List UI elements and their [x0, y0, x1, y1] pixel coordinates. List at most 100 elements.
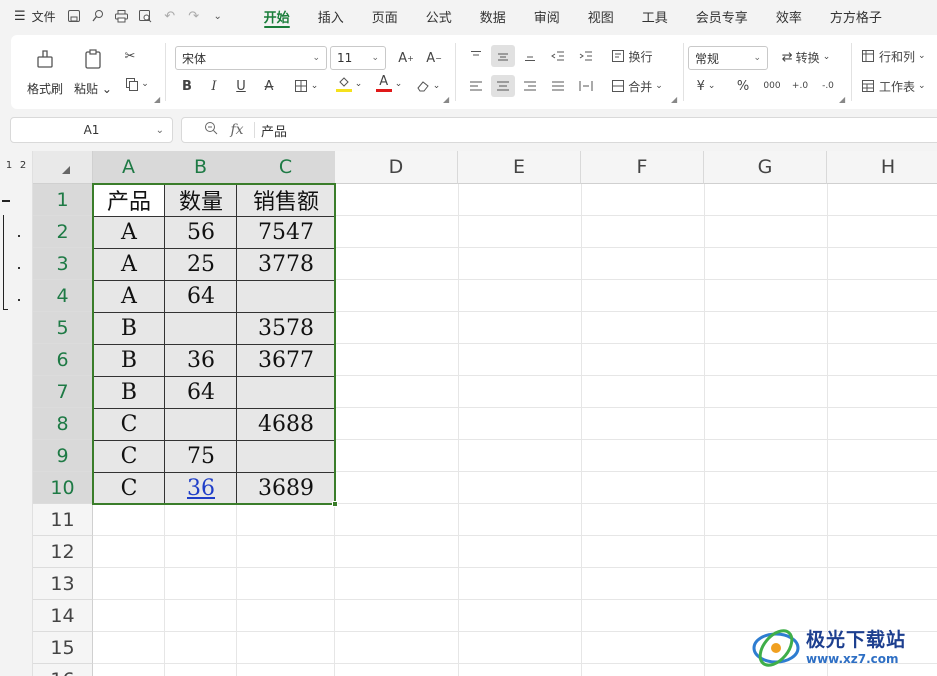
formula-bar[interactable]: fx 产品 [181, 117, 937, 143]
wrap-text-button[interactable]: 换行 [607, 45, 657, 67]
gridline [93, 535, 937, 536]
column-header[interactable]: E [458, 151, 581, 184]
row-header[interactable]: 4 [33, 280, 93, 312]
decrease-font-icon[interactable]: A − [423, 47, 445, 69]
row-header[interactable]: 11 [33, 504, 93, 536]
clear-format-button[interactable]: ⌄ [411, 75, 445, 97]
paste-button[interactable]: 粘贴 ⌄ [73, 41, 113, 103]
column-header[interactable]: G [704, 151, 827, 184]
decrease-decimal-icon[interactable]: -.0 [817, 75, 839, 97]
hamburger-icon: ☰ [14, 8, 26, 24]
tab-insert[interactable]: 插入 [304, 0, 358, 32]
row-header[interactable]: 15 [33, 632, 93, 664]
tab-view[interactable]: 视图 [574, 0, 628, 32]
row-header[interactable]: 8 [33, 408, 93, 440]
row-header[interactable]: 2 [33, 216, 93, 248]
increase-indent-icon[interactable] [575, 45, 597, 67]
increase-decimal-icon[interactable]: +.0 [789, 75, 811, 97]
row-header[interactable]: 7 [33, 376, 93, 408]
row-header[interactable]: 10 [33, 472, 93, 504]
outline-level-button[interactable]: 2 [17, 159, 29, 173]
zoom-formula-icon[interactable] [198, 121, 224, 139]
print-icon[interactable] [110, 0, 134, 32]
tab-member[interactable]: 会员专享 [682, 0, 762, 32]
format-painter-button[interactable]: 格式刷 [25, 41, 65, 103]
clipboard-icon [82, 48, 104, 74]
outline-collapse-icon[interactable] [2, 200, 10, 202]
select-all-corner[interactable] [33, 151, 93, 184]
tab-formula[interactable]: 公式 [412, 0, 466, 32]
tab-review[interactable]: 审阅 [520, 0, 574, 32]
row-header[interactable]: 5 [33, 312, 93, 344]
tab-page[interactable]: 页面 [358, 0, 412, 32]
column-header[interactable]: B [165, 151, 237, 184]
clipboard-launcher-icon[interactable]: ◢ [154, 95, 160, 104]
row-header[interactable]: 9 [33, 440, 93, 472]
row-header[interactable]: 6 [33, 344, 93, 376]
number-launcher-icon[interactable]: ◢ [839, 95, 845, 104]
font-launcher-icon[interactable]: ◢ [443, 95, 449, 104]
print-preview-icon[interactable] [134, 0, 158, 32]
tab-efficiency[interactable]: 效率 [762, 0, 816, 32]
bold-button[interactable]: B [177, 75, 197, 97]
increase-font-icon[interactable]: A + [395, 47, 417, 69]
tab-tools[interactable]: 工具 [628, 0, 682, 32]
alignment-launcher-icon[interactable]: ◢ [671, 95, 677, 104]
copy-icon[interactable]: ⌄ [119, 73, 155, 95]
brush-icon [34, 48, 56, 74]
name-box[interactable]: A1 ⌄ [10, 117, 173, 143]
decrease-indent-icon[interactable] [547, 45, 569, 67]
tab-fangfang[interactable]: 方方格子 [816, 0, 896, 32]
align-middle-icon[interactable] [491, 45, 515, 67]
currency-button[interactable]: ¥ ⌄ [691, 75, 721, 97]
row-header[interactable]: 12 [33, 536, 93, 568]
row-col-button[interactable]: 行和列 ⌄ [861, 45, 937, 67]
number-format-select[interactable]: 常规 ⌄ [688, 46, 768, 70]
align-center-icon[interactable] [491, 75, 515, 97]
align-top-icon[interactable] [465, 45, 487, 67]
format-painter-icon[interactable] [86, 0, 110, 32]
justify-icon[interactable] [547, 75, 569, 97]
convert-button[interactable]: ⇄ 转换 ⌄ [775, 46, 837, 68]
column-header[interactable]: D [335, 151, 458, 184]
more-icon[interactable]: ⌄ [206, 0, 230, 32]
merge-button[interactable]: 合并 ⌄ [607, 75, 667, 97]
percent-button[interactable]: % [733, 75, 753, 97]
column-header[interactable]: A [93, 151, 165, 184]
file-menu[interactable]: ☰ 文件 [0, 0, 62, 32]
column-header[interactable]: F [581, 151, 704, 184]
fill-handle[interactable] [332, 501, 338, 507]
undo-icon[interactable]: ↶ [158, 0, 182, 32]
row-header[interactable]: 1 [33, 184, 93, 216]
cut-icon[interactable]: ✂ [119, 45, 141, 67]
outline-level-button[interactable]: 1 [3, 159, 15, 173]
row-header[interactable]: 13 [33, 568, 93, 600]
redo-icon[interactable]: ↷ [182, 0, 206, 32]
align-left-icon[interactable] [465, 75, 487, 97]
tab-home[interactable]: 开始 [250, 0, 304, 32]
strikethrough-button[interactable]: A [259, 75, 279, 97]
thousands-button[interactable]: 000 [761, 75, 783, 97]
column-header[interactable]: C [237, 151, 335, 184]
underline-button[interactable]: U [231, 75, 251, 97]
font-name-select[interactable]: 宋体 ⌄ [175, 46, 327, 70]
row-header[interactable]: 16 [33, 664, 93, 676]
tab-data[interactable]: 数据 [466, 0, 520, 32]
font-size-select[interactable]: 11 ⌄ [330, 46, 386, 70]
save-icon[interactable] [62, 0, 86, 32]
row-header[interactable]: 14 [33, 600, 93, 632]
column-header[interactable]: H [827, 151, 937, 184]
align-right-icon[interactable] [519, 75, 541, 97]
font-color-button[interactable]: A ⌄ [371, 73, 407, 95]
function-icon[interactable]: fx [224, 122, 250, 138]
align-bottom-icon[interactable] [519, 45, 541, 67]
row-header[interactable]: 3 [33, 248, 93, 280]
fill-color-button[interactable]: ⌄ [331, 73, 367, 95]
border-button[interactable]: ⌄ [289, 75, 323, 97]
distribute-icon[interactable] [575, 75, 597, 97]
italic-button[interactable]: I [204, 75, 224, 97]
spreadsheet-grid[interactable]: 1 2 A B C D E F G H 1 2 3 4 5 6 7 8 9 10… [0, 151, 937, 676]
worksheet-button[interactable]: 工作表 ⌄ [861, 75, 937, 97]
tab-label: 会员专享 [695, 10, 748, 26]
formula-value[interactable]: 产品 [261, 121, 287, 140]
